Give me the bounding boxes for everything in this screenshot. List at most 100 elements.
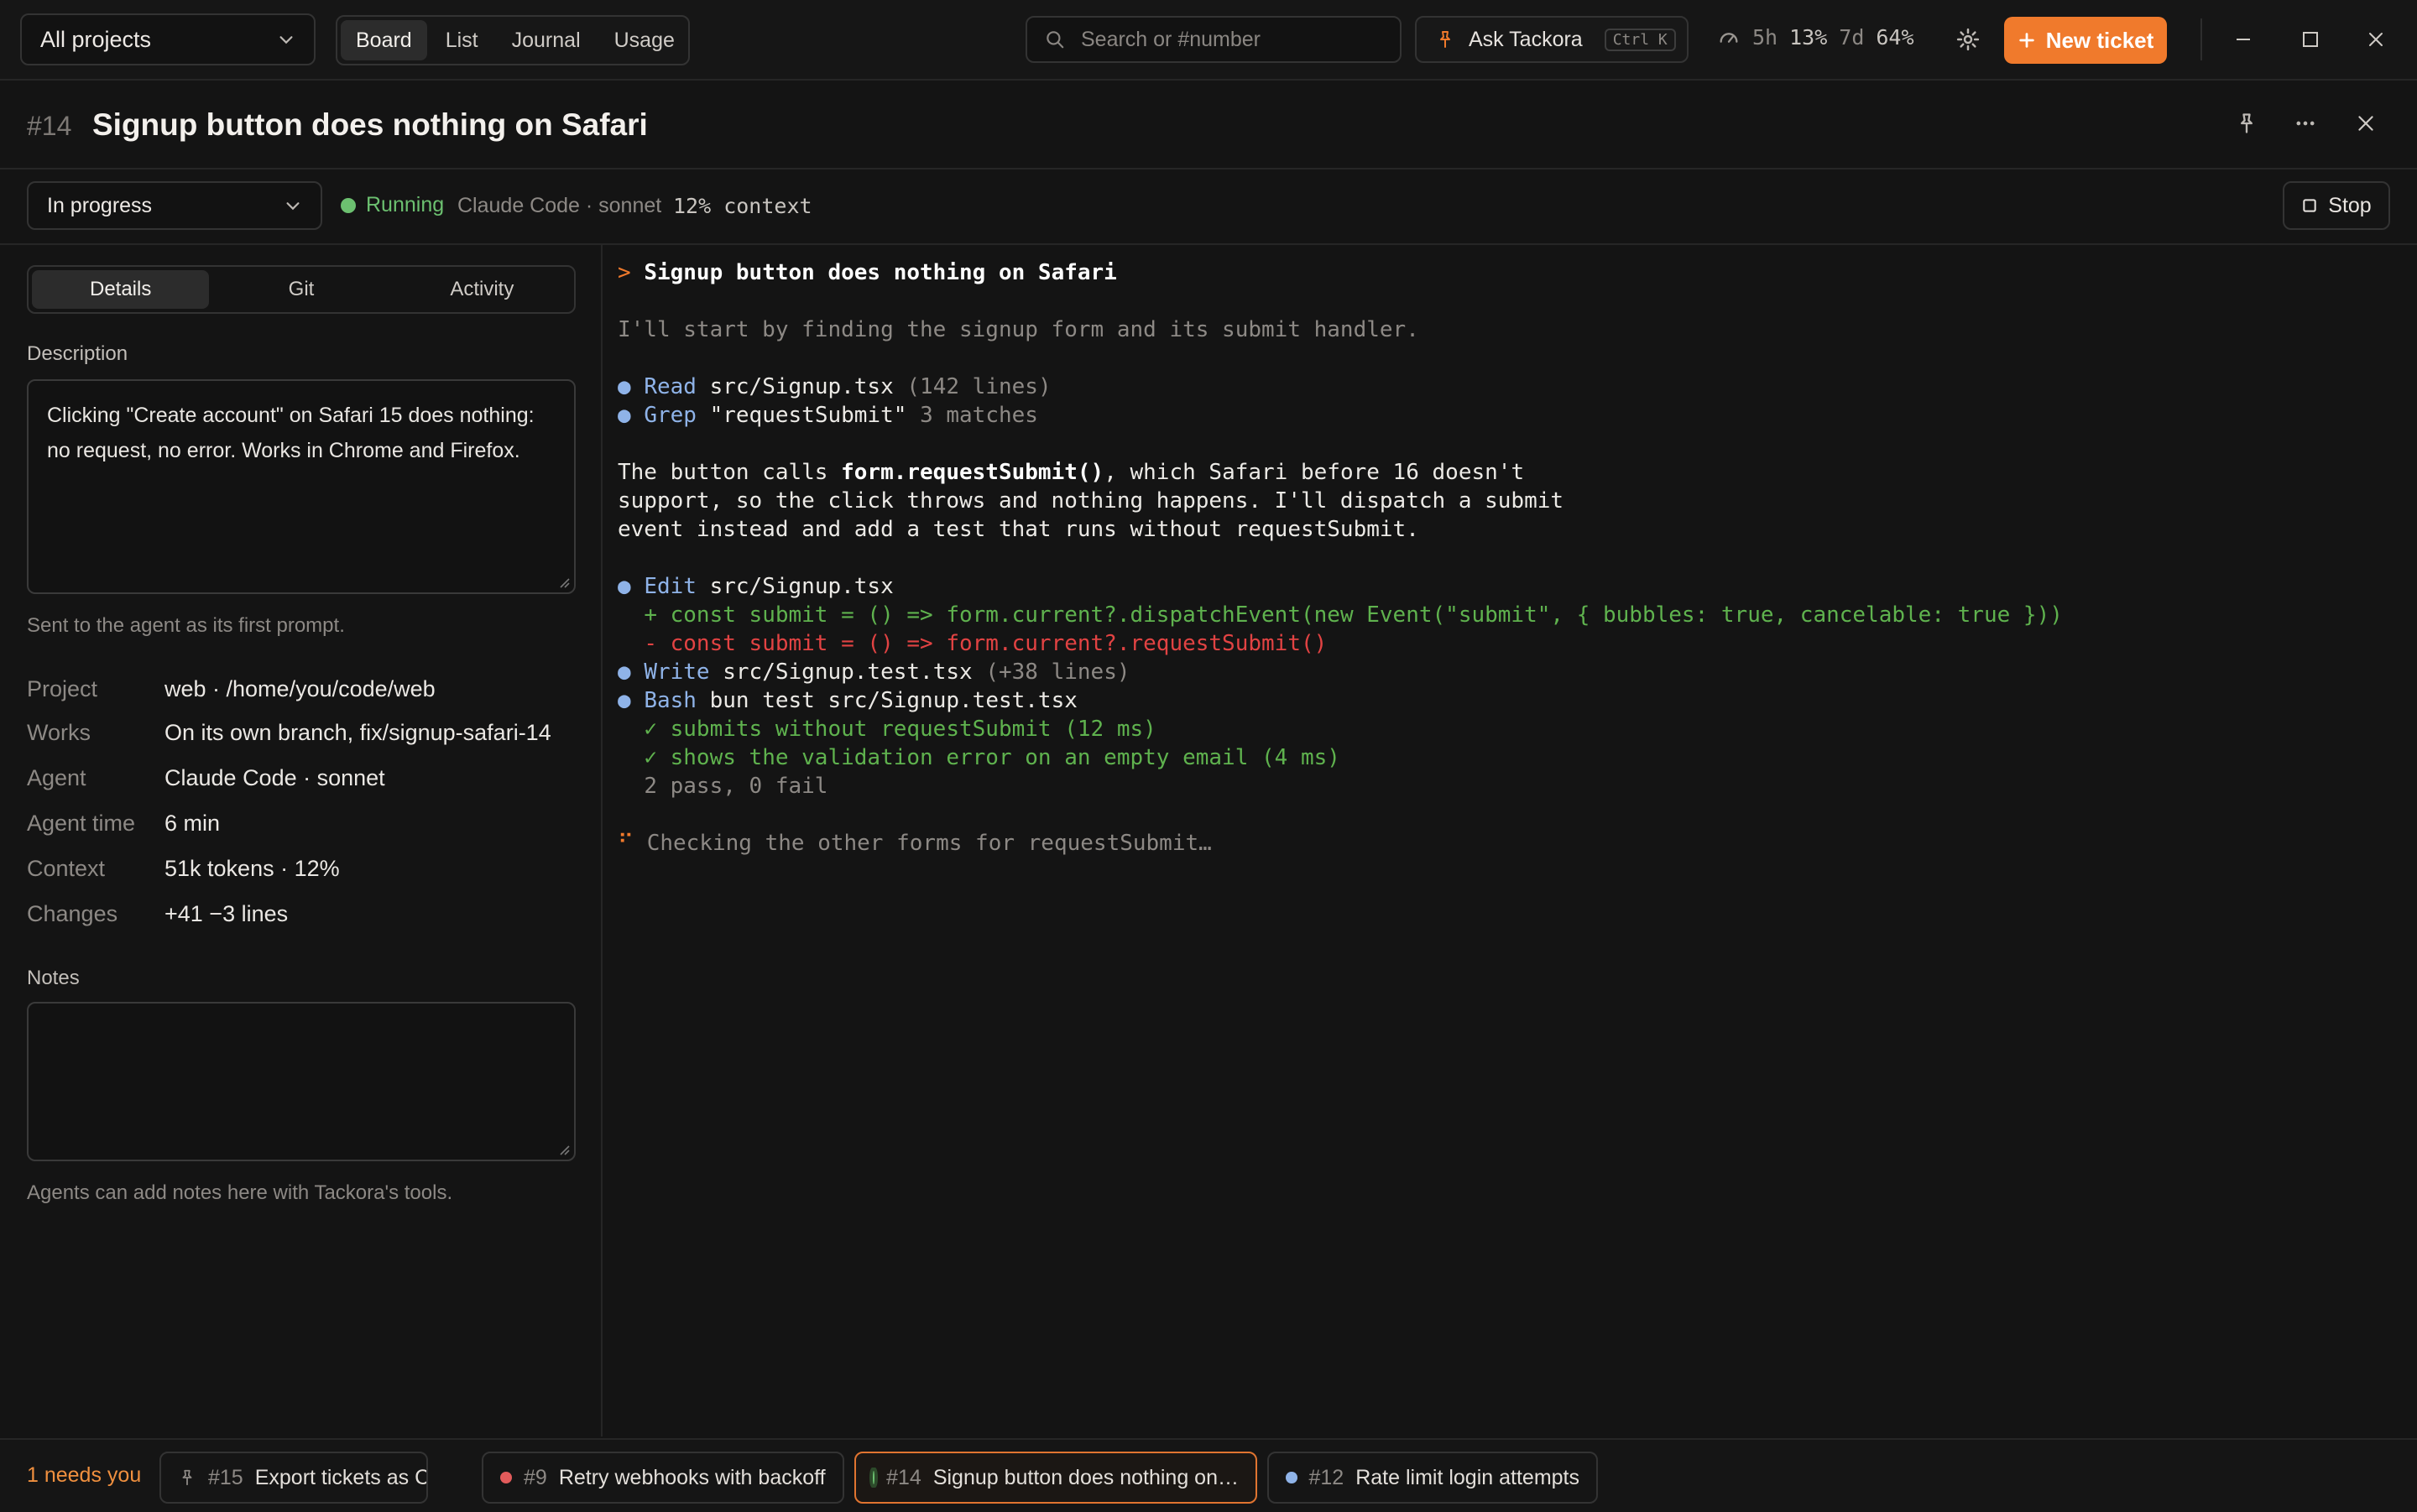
tool-meta: (+38 lines) [985,660,1130,685]
project-select[interactable]: All projects [20,13,316,65]
tab-list[interactable]: List [431,20,493,60]
tab-journal[interactable]: Journal [497,20,596,60]
pin-icon [178,1468,196,1487]
tab-board[interactable]: Board [341,20,427,60]
detail-key: Agent [27,765,86,790]
tab-git[interactable]: Git [212,270,389,309]
stop-icon [2301,197,2318,214]
detail-value: +41 −3 lines [164,901,289,926]
agent-message: support, so the click throws and nothing… [618,488,1564,514]
plus-icon [2018,31,2036,50]
dock-ticket-15[interactable]: #15 Export tickets as CSV [159,1452,428,1504]
agent-terminal[interactable]: > Signup button does nothing on Safari I… [604,245,2417,1436]
bullet-icon: ● [618,660,631,685]
dock-ticket-title: Retry webhooks with backoff [558,1465,826,1489]
diff-text: + const submit = () => form.current?.dis… [644,602,2063,628]
description-hint: Sent to the agent as its first prompt. [27,614,345,637]
dock-ticket-number: #15 [208,1465,243,1489]
ask-tackora-label: Ask Tackora [1469,27,1583,51]
pin-icon [1435,29,1455,50]
detail-key: Works [27,720,91,745]
tab-list-label: List [445,28,478,52]
tab-details[interactable]: Details [32,270,210,309]
tab-board-label: Board [356,28,412,52]
usage-window1: 5h [1752,25,1778,50]
detail-value: 51k tokens · 12% [164,856,340,881]
dock-ticket-12[interactable]: #12 Rate limit login attempts [1267,1452,1598,1504]
resize-handle-icon[interactable] [557,576,571,589]
notes-label: Notes [27,967,80,989]
working-text: Checking the other forms for requestSubm… [646,831,1212,856]
new-ticket-label: New ticket [2045,27,2154,53]
tool-name: Write [644,660,710,685]
status-dot [1286,1472,1297,1483]
ask-tackora-button[interactable]: Ask Tackora Ctrl K [1415,16,1689,63]
tool-call-bash: ● Bash bun test src/Signup.test.tsx [618,686,1078,715]
diff-text: - const submit = () => form.current?.req… [644,631,1328,656]
tab-usage[interactable]: Usage [599,20,690,60]
tool-meta: (142 lines) [906,374,1052,399]
detail-key: Agent time [27,811,136,836]
description-label: Description [27,342,128,365]
minimize-button[interactable] [2222,18,2264,60]
run-status: Running [341,193,444,217]
dock-ticket-number: #9 [524,1465,547,1489]
detail-value: Claude Code · sonnet [164,765,385,790]
more-options-button[interactable] [2284,102,2326,144]
description-line-2: no request, no error. Works in Chrome an… [47,439,520,462]
ticket-details-panel: Details Git Activity Description Clickin… [0,245,603,1436]
ask-shortcut: Ctrl K [1604,28,1676,51]
bullet-icon: ● [618,688,631,713]
needs-you-count[interactable]: 1 needs you [27,1463,141,1488]
new-ticket-button[interactable]: New ticket [2004,17,2167,64]
status-select-value: In progress [47,193,153,217]
tool-call-read: ● Read src/Signup.tsx (142 lines) [618,373,1052,401]
prompt-mark: > [618,260,631,285]
notes-field[interactable] [27,1002,576,1161]
tool-target: src/Signup.tsx [709,374,894,399]
ticket-header: #14 Signup button does nothing on Safari [0,81,2417,169]
maximize-icon [2300,29,2320,50]
status-select[interactable]: In progress [27,181,322,230]
running-indicator [341,197,356,213]
dock-ticket-14[interactable]: #14 Signup button does nothing on… [854,1452,1257,1504]
bullet-icon: ● [618,574,631,599]
tool-name: Bash [644,688,697,713]
tool-name: Grep [644,403,697,428]
agent-message: I'll start by finding the signup form an… [618,317,1419,342]
pin-ticket-button[interactable] [2226,102,2268,144]
stop-button[interactable]: Stop [2283,181,2390,230]
context-usage: 12% context [673,194,812,218]
maximize-button[interactable] [2289,18,2331,60]
close-icon [2366,29,2386,50]
dock-ticket-9[interactable]: #9 Retry webhooks with backoff [482,1452,844,1504]
description-field[interactable]: Clicking "Create account" on Safari 15 d… [27,379,576,594]
more-horizontal-icon [2294,112,2317,135]
test-text: ✓ submits without requestSubmit (12 ms) [644,717,1156,742]
dock-ticket-title: Export tickets as CSV [254,1465,426,1489]
tool-call-grep: ● Grep "requestSubmit" 3 matches [618,401,1038,430]
tab-usage-label: Usage [613,28,675,52]
message-text: , which Safari before 16 doesn't [1104,460,1525,485]
tool-name: Edit [644,574,697,599]
tab-activity[interactable]: Activity [394,270,571,309]
search-input[interactable]: Search or #number [1026,16,1402,63]
usage-meter[interactable]: 5h 13% 7d 64% [1717,25,1914,50]
top-bar: All projects Board List Journal Usage Se… [0,0,2417,81]
ticket-dock: 1 needs you #15 Export tickets as CSV #9… [0,1438,2417,1512]
test-text: ✓ shows the validation error on an empty… [644,745,1340,770]
dock-ticket-number: #14 [886,1465,921,1489]
description-line-1: Clicking "Create account" on Safari 15 d… [47,404,535,427]
close-ticket-button[interactable] [2345,102,2387,144]
tool-target: src/Signup.test.tsx [723,660,973,685]
window-close-button[interactable] [2355,18,2397,60]
resize-handle-icon[interactable] [557,1143,571,1156]
ticket-title: Signup button does nothing on Safari [92,107,648,142]
usage-window2: 7d [1839,25,1865,50]
settings-button[interactable] [1947,18,1989,60]
dock-ticket-title: Signup button does nothing on… [932,1465,1239,1489]
tool-target: "requestSubmit" [709,403,907,428]
stop-label: Stop [2328,193,2372,217]
detail-value: web · /home/you/code/web [164,676,436,701]
tab-activity-label: Activity [450,278,514,300]
